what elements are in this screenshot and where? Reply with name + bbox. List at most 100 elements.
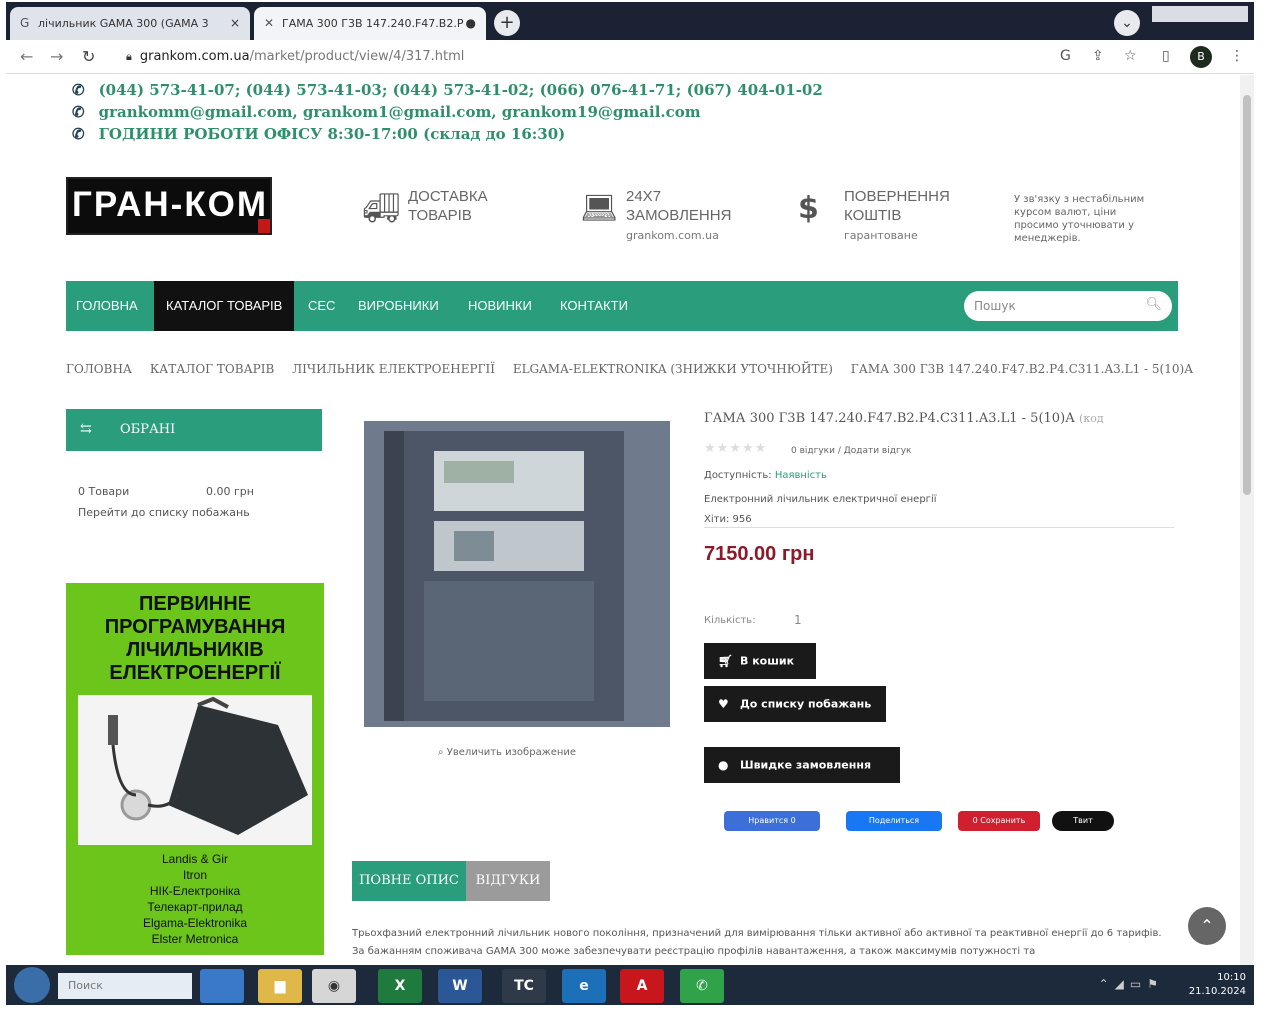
site-favicon-icon: ✕ (264, 16, 275, 30)
app-icon[interactable] (200, 969, 244, 1003)
window-controls[interactable] (1152, 6, 1248, 22)
like-button[interactable]: Нравится 0 (724, 811, 820, 831)
phone-icon: ✆ (72, 81, 85, 99)
word-icon[interactable]: W (438, 969, 482, 1003)
total-commander-icon[interactable]: TC (502, 969, 546, 1003)
profile-avatar[interactable]: В (1190, 46, 1212, 68)
taskbar-search[interactable]: Поиск (58, 973, 192, 999)
breadcrumb-item[interactable]: ЛІЧИЛЬНИК ЕЛЕКТРОЕНЕРГІЇ (292, 362, 495, 376)
feature-title: ДОСТАВКА ТОВАРІВ (408, 188, 488, 224)
favorites-sum: 0.00 грн (206, 485, 254, 498)
url-field[interactable]: 🔒︎ grankom.com.ua/market/product/view/4/3… (126, 49, 464, 64)
phones-text: (044) 573-41-07; (044) 573-41-03; (044) … (98, 81, 823, 99)
scrollbar-thumb[interactable] (1243, 95, 1251, 495)
add-to-wishlist-button[interactable]: ♥ До списку побажань (704, 686, 886, 722)
menu-icon[interactable]: ⋮ (1230, 48, 1244, 64)
banner-brands: Landis & Gir Itron НІК-Електроніка Телек… (66, 851, 324, 947)
clock-date: 21.10.2024 (1188, 986, 1246, 997)
feature-sub: гарантоване (844, 229, 918, 242)
programmer-device-image (78, 695, 312, 845)
wishlist-link[interactable]: Перейти до списку побажань (78, 506, 250, 519)
side-panel-icon[interactable]: ▯ (1162, 48, 1170, 64)
tab-title: ГАМА 300 Г3В 147.240.F47.B2.P (282, 17, 464, 30)
product-image[interactable] (364, 421, 670, 727)
zoom-link[interactable]: ⌕ Увеличить изображение (438, 747, 576, 758)
product-short-desc: Електронний лічильник електричної енергі… (704, 494, 937, 505)
cart-icon: 🛒︎ (718, 654, 734, 668)
clock[interactable]: 10:10 21.10.2024 (1189, 971, 1246, 999)
add-to-cart-button[interactable]: 🛒︎ В кошик (704, 643, 816, 679)
viber-icon[interactable]: ✆ (680, 969, 724, 1003)
reviews-link[interactable]: 0 відгуки / Додати відгук (791, 446, 911, 456)
excel-icon[interactable]: X (378, 969, 422, 1003)
browser-tab-bar: G лічильник GAMA 300 (GAMA 3 × ✕ ГАМА 30… (6, 2, 1254, 40)
pinterest-save-button[interactable]: 0 Сохранить (958, 811, 1040, 831)
bookmark-star-icon[interactable]: ☆ (1124, 48, 1137, 64)
edge-icon[interactable]: e (562, 969, 606, 1003)
address-bar: ← → ↻ 🔒︎ grankom.com.ua/market/product/vi… (6, 40, 1254, 74)
breadcrumb-item[interactable]: ГОЛОВНА (66, 362, 132, 376)
programming-banner[interactable]: ПЕРВИННЕ ПРОГРАМУВАННЯ ЛІЧИЛЬНИКІВ ЕЛЕКТ… (66, 583, 324, 955)
google-icon: G (20, 16, 30, 30)
feature-title: 24Х7 ЗАМОВЛЕННЯ (626, 188, 732, 224)
product-description: Трьохфазний електронний лічильник нового… (352, 928, 1162, 957)
explorer-icon[interactable]: ▆ (258, 969, 302, 1003)
back-icon[interactable]: ← (20, 47, 33, 66)
clock-time: 10:10 (1217, 972, 1246, 983)
logo-accent (258, 219, 270, 233)
tab-reviews[interactable]: ВІДГУКИ (466, 861, 550, 901)
tweet-button[interactable]: Твит (1052, 811, 1114, 831)
tab-search-icon[interactable]: ⌄ (1114, 10, 1140, 36)
share-icon[interactable]: ⇪ (1092, 48, 1104, 64)
nav-catalog[interactable]: КАТАЛОГ ТОВАРІВ (154, 281, 295, 331)
emails-text[interactable]: grankomm@gmail.com, grankom1@gmail.com, … (99, 103, 701, 121)
search-icon[interactable]: 🔍︎ (1145, 297, 1162, 312)
search-input[interactable]: Пошук (974, 299, 1016, 313)
banner-heading: ПЕРВИННЕ ПРОГРАМУВАННЯ ЛІЧИЛЬНИКІВ ЕЛЕКТ… (104, 593, 286, 684)
forward-icon[interactable]: → (50, 47, 63, 66)
scroll-to-top-button[interactable]: ⌃ (1188, 907, 1226, 945)
favorites-count: 0 Товари (78, 485, 130, 498)
quantity-field[interactable]: 1 (794, 613, 814, 627)
currency-notice: У зв'язку з нестабільним курсом валют, ц… (1014, 194, 1145, 244)
close-icon[interactable]: × (230, 16, 240, 30)
nav-contacts[interactable]: КОНТАКТИ (560, 281, 628, 331)
browser-tab-2[interactable]: ✕ ГАМА 300 Г3В 147.240.F47.B2.P ● (254, 7, 486, 40)
quick-order-button[interactable]: ● Швидке замовлення (704, 747, 900, 783)
site-logo[interactable]: ГРАН-КОМ (66, 177, 272, 235)
breadcrumb-item[interactable]: ELGAMA-ELEKTRONIKA (ЗНИЖКИ УТОЧНЮЙТЕ) (513, 362, 833, 376)
nav-manufacturers[interactable]: ВИРОБНИКИ (358, 281, 439, 331)
dollar-icon: $ (798, 191, 819, 226)
nav-ses[interactable]: СЕС (308, 281, 335, 331)
search-box[interactable]: Пошук 🔍︎ (964, 291, 1172, 321)
page-scrollbar[interactable] (1240, 75, 1254, 965)
start-button[interactable] (14, 967, 50, 1003)
browser-tab-1[interactable]: G лічильник GAMA 300 (GAMA 3 × (10, 7, 250, 40)
laptop-icon: 💻︎ (580, 191, 619, 226)
availability-label: Доступність: (704, 470, 772, 481)
heart-swap-icon: ⇆ (80, 421, 92, 437)
favorites-title: ОБРАНІ (120, 422, 176, 437)
acrobat-icon[interactable]: A (620, 969, 664, 1003)
hours-text: ГОДИНИ РОБОТИ ОФІСУ 8:30-17:00 (склад до… (98, 125, 566, 143)
reload-icon[interactable]: ↻ (82, 47, 95, 66)
tray-icons[interactable]: ⌃◢▭⚑ (1099, 977, 1164, 991)
new-tab-button[interactable]: + (494, 10, 520, 36)
url-path: /market/product/view/4/317.html (249, 49, 465, 64)
brand-item: НІК-Електроніка (149, 884, 241, 898)
nav-home[interactable]: ГОЛОВНА (76, 281, 138, 331)
breadcrumb-item[interactable]: КАТАЛОГ ТОВАРІВ (150, 362, 274, 376)
rating-stars: ★★★★★ (704, 441, 768, 456)
tab-title: лічильник GAMA 300 (GAMA 3 (38, 17, 209, 30)
availability: Доступність: Наявність (704, 470, 827, 481)
facebook-share-button[interactable]: Поделиться (846, 811, 942, 831)
tab-full-description[interactable]: ПОВНЕ ОПИС (352, 861, 466, 901)
screen: G лічильник GAMA 300 (GAMA 3 × ✕ ГАМА 30… (0, 0, 1264, 1012)
nav-new[interactable]: НОВИНКИ (468, 281, 532, 331)
brand-item: Elster Metronica (151, 932, 239, 946)
availability-value: Наявність (774, 470, 827, 481)
brand-item: Телекарт-прилад (147, 900, 243, 914)
close-icon[interactable]: ● (466, 16, 476, 30)
chrome-icon[interactable]: ◉ (312, 969, 356, 1003)
google-lens-icon[interactable]: G (1060, 48, 1071, 64)
